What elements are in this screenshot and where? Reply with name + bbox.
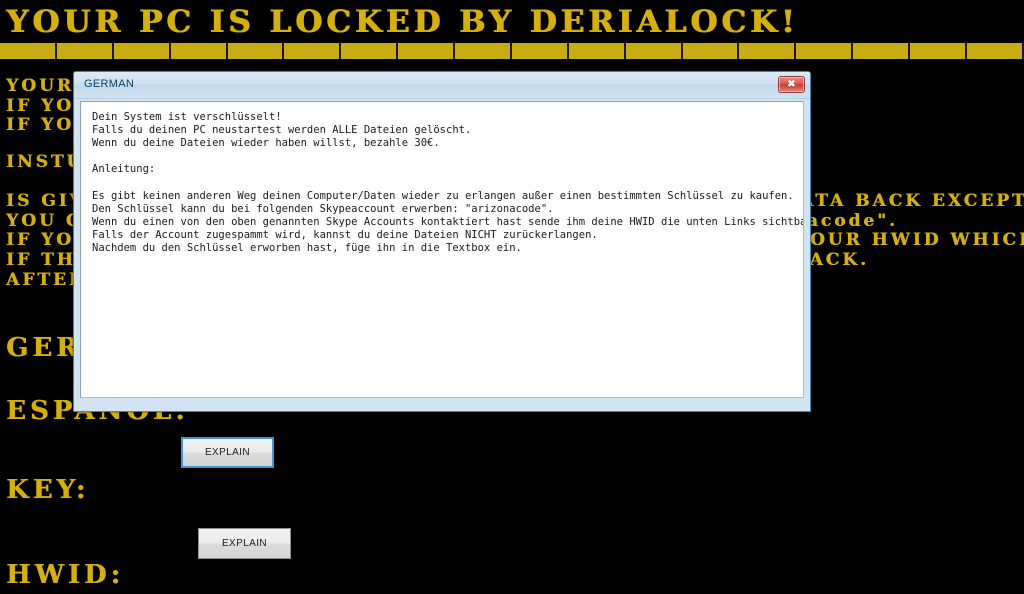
yellow-bar-segment [228, 43, 285, 59]
dialog-text-area[interactable]: Dein System ist verschlüsselt! Falls du … [80, 101, 804, 398]
close-icon[interactable]: ✖ [778, 76, 805, 93]
lock-message-line: HWID: [6, 560, 125, 590]
dialog-title-label: GERMAN [84, 78, 135, 90]
yellow-bar-segment [512, 43, 569, 59]
yellow-bar-segment [569, 43, 626, 59]
yellow-bar-segment [626, 43, 683, 59]
dialog-title-bar[interactable]: GERMAN ✖ [74, 72, 810, 99]
dialog-body-text: Dein System ist verschlüsselt! Falls du … [92, 111, 803, 254]
lock-banner-title: YOUR PC IS LOCKED BY DERIALOCK! [6, 4, 799, 40]
yellow-bar-segment [171, 43, 228, 59]
explain-button-espanol[interactable]: EXPLAIN [198, 528, 291, 559]
yellow-bar-segment [114, 43, 171, 59]
yellow-bar-segment [967, 43, 1024, 59]
lock-message-line: KEY: [6, 475, 90, 505]
yellow-bar-segment [910, 43, 967, 59]
yellow-bar-segment [683, 43, 740, 59]
yellow-divider-bar [0, 43, 1024, 59]
close-x-glyph: ✖ [787, 78, 796, 90]
yellow-bar-segment [284, 43, 342, 59]
explain-button-german[interactable]: EXPLAIN [181, 437, 274, 468]
yellow-bar-segment [739, 43, 797, 59]
yellow-bar-segment [853, 43, 910, 59]
yellow-bar-segment [455, 43, 512, 59]
yellow-bar-segment [0, 43, 57, 59]
german-dialog-window: GERMAN ✖ Dein System ist verschlüsselt! … [73, 71, 811, 412]
yellow-bar-segment [57, 43, 114, 59]
yellow-bar-segment [398, 43, 455, 59]
yellow-bar-segment [341, 43, 399, 59]
yellow-bar-segment [796, 43, 854, 59]
